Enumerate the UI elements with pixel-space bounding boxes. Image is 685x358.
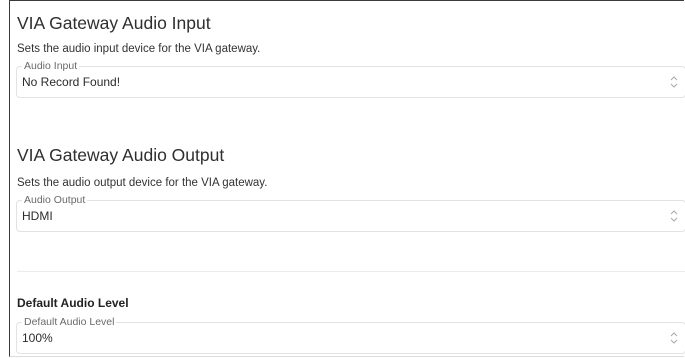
chevron-up-down-icon xyxy=(670,76,678,88)
chevron-up-down-icon xyxy=(670,332,678,344)
audio-output-label: Audio Output xyxy=(22,194,88,206)
audio-output-value: HDMI xyxy=(22,209,53,223)
default-audio-level-value: 100% xyxy=(22,331,53,345)
audio-output-select[interactable]: Audio Output HDMI xyxy=(16,194,685,232)
audio-input-title: VIA Gateway Audio Input xyxy=(17,13,211,33)
audio-output-description: Sets the audio output device for the VIA… xyxy=(17,177,268,189)
default-audio-level-select[interactable]: Default Audio Level 100% xyxy=(16,316,685,354)
audio-input-select[interactable]: Audio Input No Record Found! xyxy=(16,60,685,98)
chevron-up-down-icon xyxy=(670,210,678,222)
audio-input-description: Sets the audio input device for the VIA … xyxy=(17,43,261,55)
default-audio-level-heading: Default Audio Level xyxy=(17,296,129,310)
default-audio-level-label: Default Audio Level xyxy=(22,316,117,328)
audio-output-title: VIA Gateway Audio Output xyxy=(17,145,225,165)
section-divider xyxy=(17,271,685,272)
audio-input-value: No Record Found! xyxy=(22,75,121,89)
audio-input-label: Audio Input xyxy=(22,60,80,72)
